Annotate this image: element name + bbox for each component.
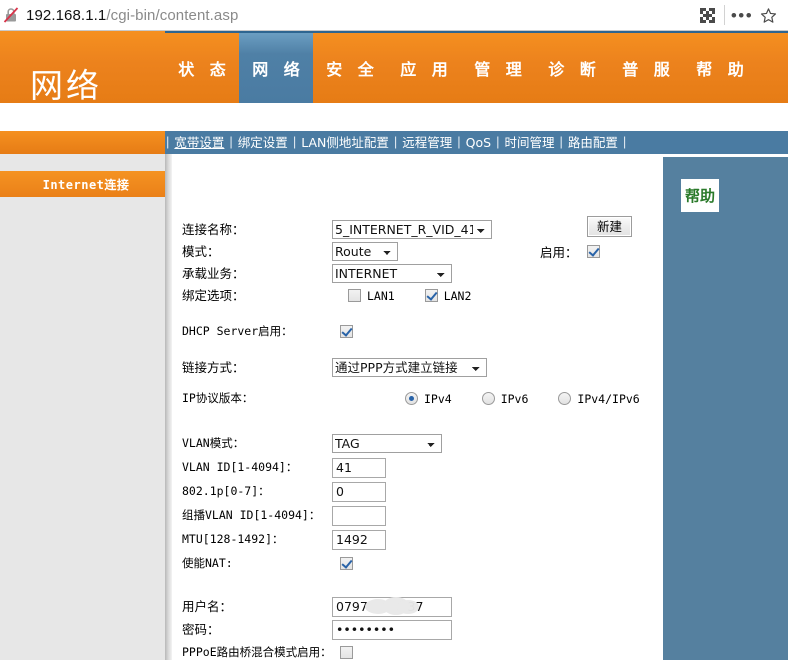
label-mode: 模式： [182, 244, 220, 259]
router-page: 网络 状 态 网 络 安 全 应 用 管 理 诊 断 普 服 帮 助 | 宽带设… [0, 31, 788, 660]
left-sidebar: Internet连接 [0, 154, 172, 660]
username-input[interactable] [332, 596, 452, 617]
ip-version-label-dual: IPv4/IPv6 [577, 391, 640, 406]
subnav-item-lan-address[interactable]: LAN侧地址配置 [297, 131, 393, 154]
label-connection-name: 连接名称： [182, 222, 245, 237]
label-enable: 启用： [540, 245, 578, 260]
sub-navigation: | 宽带设置 | 绑定设置 | LAN侧地址配置 | 远程管理 | QoS | … [165, 131, 788, 154]
field-row-mode: 模式： Route 启用： [182, 241, 662, 262]
label-dot1p: 802.1p[0-7]： [182, 483, 270, 498]
toolbar-divider [724, 5, 725, 25]
help-button[interactable]: 帮助 [681, 179, 719, 212]
subnav-item-qos[interactable]: QoS [462, 131, 495, 154]
nav-tab-status[interactable]: 状 态 [165, 33, 239, 103]
field-row-mtu: MTU[128-1492]： [182, 529, 662, 550]
bind-lan2-checkbox[interactable] [424, 289, 438, 302]
label-nat: 使能NAT: [182, 555, 233, 570]
dot1p-input[interactable] [332, 481, 386, 502]
field-row-vlan-id: VLAN ID[1-4094]： [182, 457, 662, 478]
label-service: 承载业务： [182, 266, 245, 281]
more-menu-icon[interactable]: ••• [729, 2, 755, 28]
subnav-item-remote-management[interactable]: 远程管理 [398, 131, 456, 154]
mtu-input[interactable] [332, 529, 386, 550]
ip-version-label-ipv4: IPv4 [424, 391, 452, 406]
subnav-item-route-config[interactable]: 路由配置 [564, 131, 622, 154]
field-row-pppoe-mixed-mode: PPPoE路由桥混合模式启用： [182, 642, 662, 660]
url-host: 192.168.1.1 [26, 6, 107, 24]
password-input[interactable] [332, 619, 452, 640]
field-row-vlan-mode: VLAN模式： TAG [182, 433, 662, 454]
nat-checkbox[interactable] [340, 557, 353, 570]
connection-name-select[interactable]: 5_INTERNET_R_VID_41 [332, 220, 492, 239]
label-pppoe-mixed-mode: PPPoE路由桥混合模式启用： [182, 644, 332, 659]
new-connection-button[interactable]: 新建 [587, 216, 633, 237]
bookmark-star-icon[interactable] [755, 2, 781, 28]
ip-version-radio-dual[interactable] [558, 392, 572, 405]
field-row-service: 承载业务： INTERNET [182, 263, 662, 284]
field-row-multicast-vlan-id: 组播VLAN ID[1-4094]： [182, 505, 662, 526]
pppoe-mixed-mode-checkbox[interactable] [340, 646, 353, 659]
subnav-item-time-management[interactable]: 时间管理 [500, 131, 558, 154]
subnav-item-binding[interactable]: 绑定设置 [234, 131, 292, 154]
field-row-dhcp-server: DHCP Server启用： [182, 321, 662, 342]
nav-tab-help[interactable]: 帮 助 [683, 33, 757, 103]
field-row-dot1p: 802.1p[0-7]： [182, 481, 662, 502]
internet-connection-form: 连接名称： 5_INTERNET_R_VID_41 模式： Route 启用： [182, 219, 662, 660]
nav-tab-service[interactable]: 普 服 [609, 33, 683, 103]
label-dhcp-server: DHCP Server启用： [182, 323, 293, 338]
label-password: 密码： [182, 622, 220, 637]
label-multicast-vlan-id: 组播VLAN ID[1-4094]： [182, 507, 321, 522]
service-select[interactable]: INTERNET [332, 264, 452, 283]
ip-version-label-ipv6: IPv6 [500, 391, 529, 406]
qr-code-icon[interactable] [694, 2, 720, 28]
bind-lan1-checkbox[interactable] [348, 289, 361, 302]
field-row-nat: 使能NAT: [182, 553, 662, 574]
enable-group: 启用： [540, 242, 600, 261]
vlan-id-input[interactable] [332, 457, 386, 478]
nav-tab-network[interactable]: 网 络 [239, 33, 313, 103]
main-content: 连接名称： 5_INTERNET_R_VID_41 模式： Route 启用： [172, 154, 663, 660]
subnav-left-filler [0, 131, 165, 154]
label-ip-version: IP协议版本： [182, 390, 254, 405]
nav-tab-security[interactable]: 安 全 [313, 33, 387, 103]
help-panel: 帮助 [663, 154, 788, 660]
multicast-vlan-id-input[interactable] [332, 505, 386, 526]
label-vlan-id: VLAN ID[1-4094]： [182, 459, 298, 474]
label-mtu: MTU[128-1492]： [182, 531, 284, 546]
insecure-lock-icon[interactable] [1, 5, 23, 25]
help-panel-top-edge [663, 154, 788, 157]
field-row-ip-version: IP协议版本： IPv4 IPv6 IPv4/IPv6 [182, 388, 662, 409]
subnav-item-broadband[interactable]: 宽带设置 [170, 131, 228, 154]
nav-tab-diagnose[interactable]: 诊 断 [535, 33, 609, 103]
address-bar[interactable]: 192.168.1.1/cgi-bin/content.asp [23, 7, 238, 24]
site-logo: 网络 [30, 66, 102, 105]
browser-toolbar: 192.168.1.1/cgi-bin/content.asp ••• [0, 0, 788, 31]
field-row-link-mode: 链接方式： 通过PPP方式建立链接 [182, 357, 662, 378]
enable-checkbox[interactable] [586, 245, 600, 258]
nav-tab-manage[interactable]: 管 理 [461, 33, 535, 103]
bind-lan1-label: LAN1 [367, 288, 395, 303]
field-row-password: 密码： [182, 619, 662, 640]
ip-version-radio-ipv4[interactable] [405, 392, 418, 405]
vlan-mode-select[interactable]: TAG [332, 434, 442, 453]
dhcp-server-checkbox[interactable] [340, 325, 353, 338]
link-mode-select[interactable]: 通过PPP方式建立链接 [332, 358, 487, 377]
site-header: 网络 状 态 网 络 安 全 应 用 管 理 诊 断 普 服 帮 助 [0, 31, 788, 103]
field-row-binding: 绑定选项： LAN1 LAN2 [182, 285, 662, 306]
nav-tab-apps[interactable]: 应 用 [387, 33, 461, 103]
label-link-mode: 链接方式： [182, 360, 245, 375]
url-path: /cgi-bin/content.asp [106, 6, 239, 24]
sidebar-item-internet-connection[interactable]: Internet连接 [0, 171, 172, 197]
browser-toolbar-actions: ••• [694, 0, 788, 31]
ip-version-radio-ipv6[interactable] [481, 392, 495, 405]
main-navigation: 状 态 网 络 安 全 应 用 管 理 诊 断 普 服 帮 助 [165, 33, 757, 103]
mode-select[interactable]: Route [332, 242, 398, 261]
label-username: 用户名： [182, 599, 233, 614]
subnav-divider: | [622, 134, 627, 149]
label-binding: 绑定选项： [182, 288, 245, 303]
bind-lan2-label: LAN2 [443, 288, 472, 303]
label-vlan-mode: VLAN模式： [182, 435, 245, 450]
field-row-username: 用户名： [182, 596, 662, 617]
